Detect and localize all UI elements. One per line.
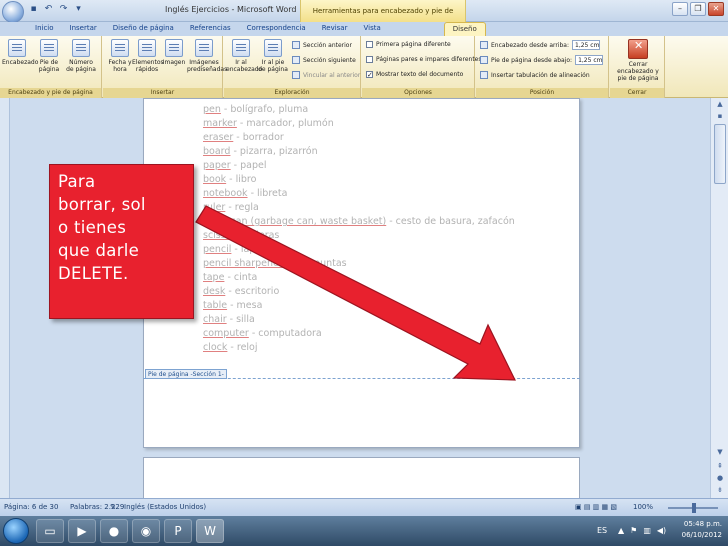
chrome-icon[interactable]: ◉ (132, 519, 160, 543)
clock[interactable]: 05:48 p.m. 06/10/2012 (682, 519, 722, 541)
language-tray[interactable]: ES (597, 526, 607, 535)
view-buttons-icon[interactable]: ▣ ▤ ▥ ▦ ▧ (575, 503, 617, 511)
start-button[interactable] (3, 518, 29, 544)
volume-icon[interactable]: ◀) (657, 526, 666, 535)
word-icon[interactable]: W (196, 519, 224, 543)
clock-date: 06/10/2012 (681, 531, 722, 539)
callout-line: que darle (58, 241, 140, 260)
zoom-level[interactable]: 100% (633, 503, 653, 511)
network-icon[interactable]: ▥ (643, 526, 651, 535)
callout-line: DELETE. (58, 264, 129, 283)
powerpoint-icon[interactable]: P (164, 519, 192, 543)
clock-time: 05:48 p.m. (683, 520, 722, 528)
tray-icons: ▲ ⚑ ▥ ◀) (618, 526, 666, 535)
show-hidden-icon[interactable]: ▲ (618, 526, 624, 535)
firefox-icon[interactable]: ● (100, 519, 128, 543)
status-bar: Página: 6 de 30 Palabras: 2.229 ✎ Inglés… (0, 498, 728, 516)
zoom-slider[interactable] (668, 503, 718, 513)
word-count[interactable]: Palabras: 2.229 (70, 503, 124, 511)
callout-line: borrar, sol (58, 195, 146, 214)
page-count[interactable]: Página: 6 de 30 (4, 503, 58, 511)
callout-line: o tienes (58, 218, 127, 237)
spelling-icon[interactable]: ✎ (110, 503, 116, 511)
instruction-callout: Para borrar, sol o tienes que darle DELE… (49, 164, 194, 319)
language-indicator[interactable]: Inglés (Estados Unidos) (124, 503, 206, 511)
callout-line: Para (58, 172, 96, 191)
flag-icon[interactable]: ⚑ (630, 526, 637, 535)
media-player-icon[interactable]: ▶ (68, 519, 96, 543)
taskbar: ▭ ▶ ● ◉ P W ES ▲ ⚑ ▥ ◀) 05:48 p.m. 06/10… (0, 516, 728, 546)
explorer-icon[interactable]: ▭ (36, 519, 64, 543)
